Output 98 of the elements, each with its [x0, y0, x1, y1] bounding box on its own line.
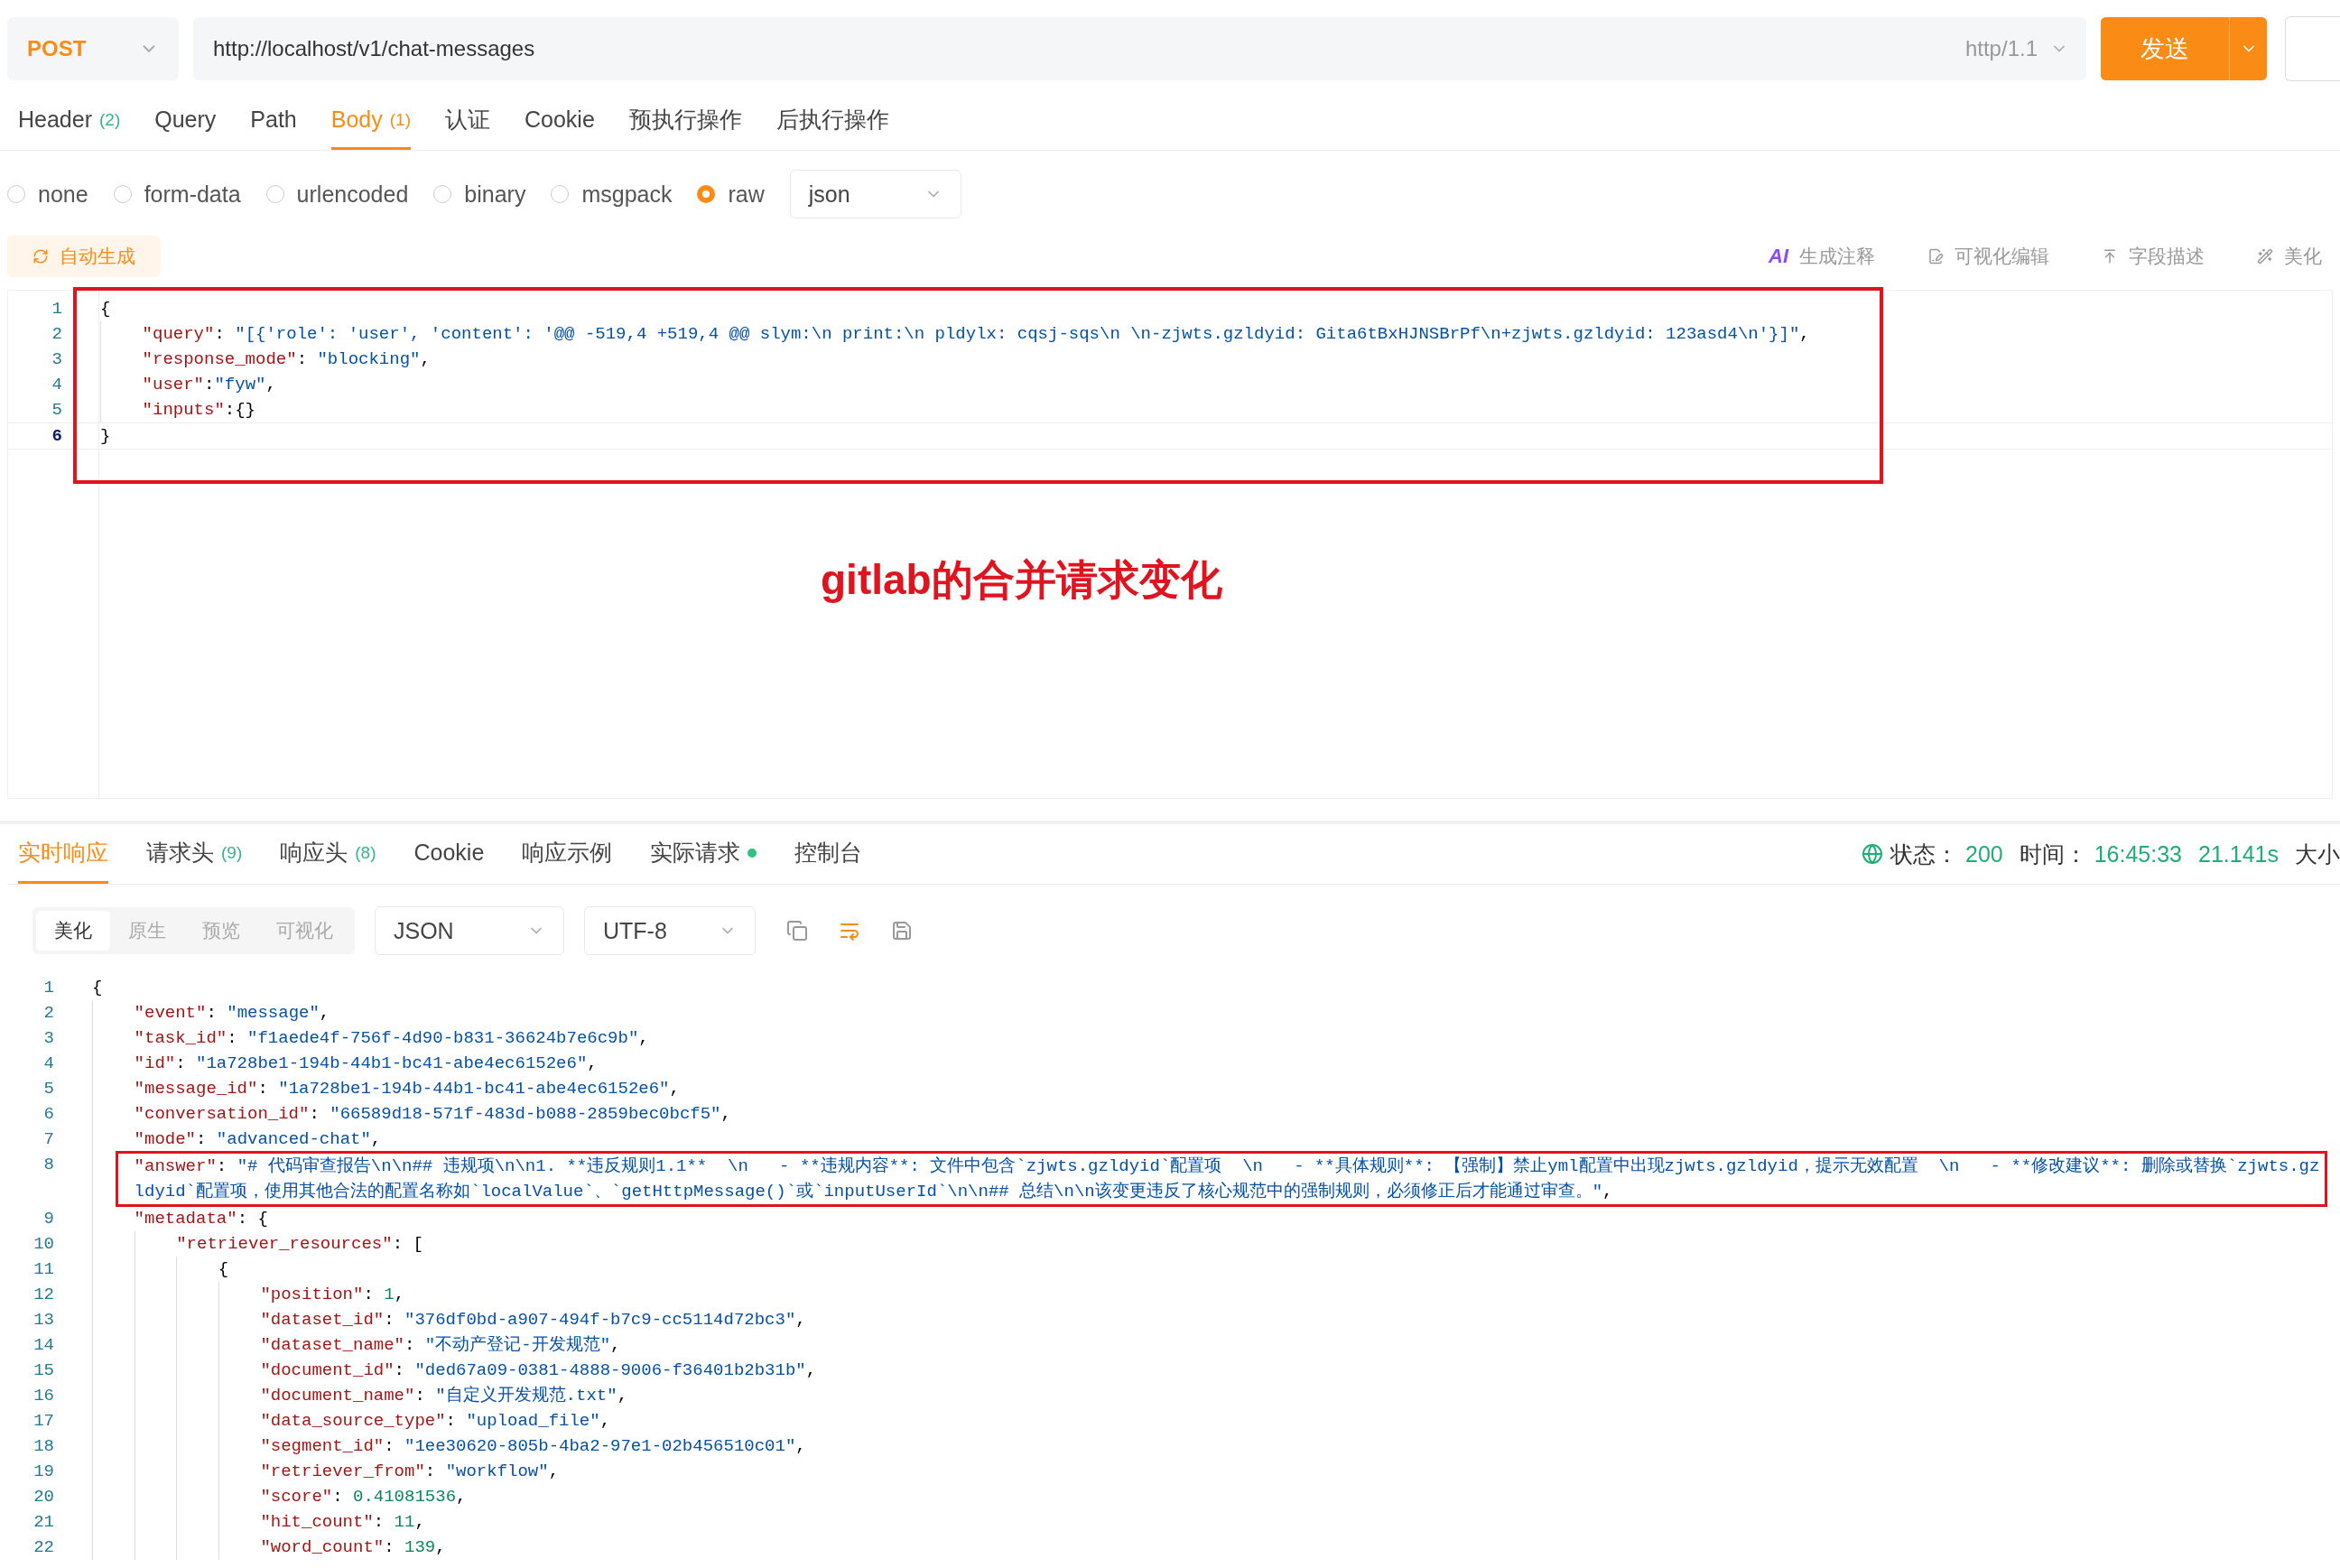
line-number: 5	[42, 1078, 54, 1100]
format-select[interactable]: json	[789, 170, 961, 218]
code-line: "event": "message",	[134, 1002, 331, 1025]
line-number: 7	[42, 1128, 54, 1151]
request-tab[interactable]: 预执行操作	[628, 92, 742, 150]
line-number: 1	[51, 298, 62, 320]
code-line: "hit_count": 11,	[260, 1511, 426, 1534]
request-tab[interactable]: 后执行操作	[775, 92, 889, 150]
code-line: "segment_id": "1ee30620-805b-4ba2-97e1-02b456510c01",	[260, 1435, 807, 1458]
code-line: "data_source_type": "upload_file",	[260, 1410, 612, 1433]
code-line: "inputs":{}	[142, 399, 257, 422]
line-number: 5	[51, 399, 62, 422]
line-number: 16	[32, 1385, 54, 1407]
line-number: 2	[42, 1002, 54, 1025]
time-label: 时间：	[2019, 840, 2087, 868]
code-line: "task_id": "f1aede4f-756f-4d90-b831-36624b7e6c9b",	[134, 1027, 650, 1050]
content-type-select[interactable]: JSON	[375, 906, 564, 955]
line-number: 2	[51, 323, 62, 346]
request-tab[interactable]: Header (2)	[18, 92, 121, 150]
code-line: "position": 1,	[260, 1284, 406, 1306]
save-icon[interactable]	[891, 920, 913, 942]
code-line: }	[100, 425, 112, 448]
line-number: 21	[32, 1511, 54, 1534]
code-line: "message_id": "1a728be1-194b-44b1-bc41-abe4ec6152e6",	[134, 1078, 681, 1100]
send-dropdown-button[interactable]	[2229, 17, 2267, 80]
code-line: "dataset_name": "不动产登记-开发规范",	[260, 1334, 622, 1357]
line-number: 8	[42, 1154, 54, 1176]
response-tab[interactable]: 请求头 (9)	[146, 824, 243, 884]
code-line: {	[218, 1258, 230, 1281]
globe-icon	[1862, 843, 1883, 865]
url-field[interactable]: http://localhost/v1/chat-messages http/1.1	[193, 17, 2086, 80]
line-number: 6	[51, 425, 62, 448]
line-number: 3	[51, 348, 62, 371]
code-line: "mode": "advanced-chat",	[134, 1128, 383, 1151]
cut-off-button[interactable]	[2285, 16, 2340, 81]
line-number: 22	[32, 1536, 54, 1559]
response-tab[interactable]: 实际请求	[650, 824, 757, 884]
file-edit-icon	[1927, 248, 1944, 264]
size-label: 大小	[2295, 840, 2340, 868]
line-number: 13	[32, 1309, 54, 1331]
copy-icon[interactable]	[786, 920, 808, 942]
encoding-select[interactable]: UTF-8	[584, 906, 756, 955]
code-line: "metadata": {	[134, 1208, 269, 1230]
line-number: 14	[32, 1334, 54, 1357]
request-tab[interactable]: Query	[154, 92, 217, 150]
body-type-radio[interactable]: binary	[433, 181, 526, 208]
body-type-radio[interactable]: none	[7, 181, 88, 208]
line-number: 20	[32, 1486, 54, 1508]
line-number: 6	[42, 1103, 54, 1126]
code-line: "id": "1a728be1-194b-44b1-bc41-abe4ec6152e6",	[134, 1053, 599, 1075]
line-number: 11	[32, 1258, 54, 1281]
view-mode-option[interactable]: 美化	[36, 911, 110, 951]
line-number: 9	[42, 1208, 54, 1230]
request-tab[interactable]: 认证	[445, 92, 490, 150]
body-type-radio[interactable]: msgpack	[551, 181, 673, 208]
code-line: "document_name": "自定义开发规范.txt",	[260, 1385, 629, 1407]
status-label: 状态：	[1890, 840, 1958, 868]
response-duration: 21.141s	[2198, 840, 2279, 868]
request-tab[interactable]: Cookie	[525, 92, 595, 150]
refresh-icon	[32, 248, 49, 264]
body-type-radio[interactable]: raw	[697, 181, 765, 208]
status-code: 200	[1965, 840, 2003, 868]
request-tab[interactable]: Path	[250, 92, 297, 150]
request-body-editor[interactable]	[7, 290, 2333, 799]
code-line: "score": 0.41081536,	[260, 1486, 468, 1508]
arrow-up-to-line-icon	[2102, 248, 2118, 264]
code-line: "retriever_from": "workflow",	[260, 1461, 561, 1483]
code-line: "response_mode": "blocking",	[142, 348, 432, 371]
code-line: "query": "[{'role': 'user', 'content': '@@ -519,4 +519,4 @@ slym:\n print:\n pldylx: cqsj-sqs\n \n-zjwts.gzldyid: Gita6tBxHJNSBrPf\n+zjwts.gzldyid: 123asd4\n'}]",	[142, 323, 1811, 346]
line-number: 17	[32, 1410, 54, 1433]
code-line: "word_count": 139,	[260, 1536, 447, 1559]
line-number: 15	[32, 1359, 54, 1382]
code-line: {	[100, 298, 112, 320]
response-time: 16:45:33	[2094, 840, 2183, 868]
response-tab[interactable]: 控制台	[794, 824, 863, 884]
wand-icon	[2257, 248, 2273, 264]
line-number: 4	[51, 374, 62, 396]
code-line: "conversation_id": "66589d18-571f-483d-b088-2859bec0bcf5",	[134, 1103, 732, 1126]
code-line: {	[92, 977, 104, 999]
line-number: 3	[42, 1027, 54, 1050]
code-line: "user":"fyw",	[142, 374, 277, 396]
body-type-radio[interactable]: form-data	[113, 181, 241, 208]
line-number: 1	[42, 977, 54, 999]
line-number: 10	[32, 1233, 54, 1256]
code-line: "retriever_resources": [	[176, 1233, 424, 1256]
response-tab[interactable]: Cookie	[413, 824, 485, 884]
line-number: 4	[42, 1053, 54, 1075]
annotation-text: gitlab的合并请求变化	[821, 555, 1222, 605]
response-tab[interactable]: 响应头 (8)	[280, 824, 376, 884]
body-type-radio[interactable]: urlencoded	[265, 181, 409, 208]
line-number: 18	[32, 1435, 54, 1458]
response-tab[interactable]: 响应示例	[522, 824, 613, 884]
line-number: 12	[32, 1284, 54, 1306]
code-line: "dataset_id": "376df0bd-a907-494f-b7c9-cc5114d72bc3",	[260, 1309, 807, 1331]
line-number: 19	[32, 1461, 54, 1483]
code-line: "answer": "# 代码审查报告\n\n## 违规项\n\n1. **违反规则1.1** \n - **违规内容**: 文件中包含`zjwts.gzldyid`配置项 \n - **具体规则**: 【强制】禁止yml配置中出现zjwts.gzldyid，提示无效配置 \n - **修改建议**: 删除或替换`zjwts.gzldyid`配置项，使用其他合法的配置名称如`localValue`、`getHttpMessage()`或`inputUserId`\n\n## 总结\n\n该变更违反了核心规范中的强制规则，必须修正后才能通过审查。",	[117, 1154, 2325, 1204]
code-line: "document_id": "ded67a09-0381-4888-9006-f36401b2b31b",	[260, 1359, 818, 1382]
editor-action[interactable]: AI 生成注释	[1769, 244, 1875, 269]
